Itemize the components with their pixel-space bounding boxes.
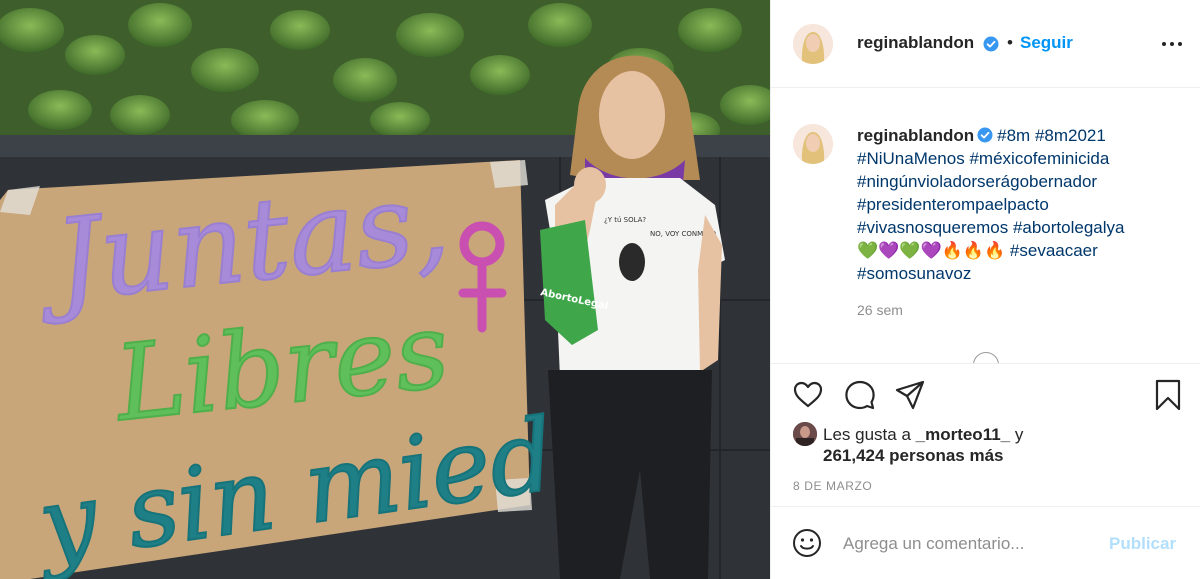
post-details-panel: reginablandon • Seguir reginablandon #8m …: [770, 0, 1200, 579]
avatar-image: [793, 24, 833, 64]
hashtag-link[interactable]: #abortolegalya: [1013, 218, 1125, 237]
hashtag-link[interactable]: #NiUnaMenos: [857, 149, 965, 168]
verified-badge-icon: [977, 127, 993, 143]
load-more-comments-icon[interactable]: [973, 352, 999, 363]
hashtag-link[interactable]: #8m: [997, 126, 1030, 145]
hashtag-link[interactable]: #ningúnvioladorserágobernador: [857, 172, 1097, 191]
caption-line: #ningúnvioladorserágobernador: [857, 170, 1187, 193]
photo-illustration: Juntas, Libres y sin miedo ¿Y tú SOLA? N…: [0, 0, 770, 579]
hashtag-link[interactable]: #vivasnosqueremos: [857, 218, 1008, 237]
hashtag-link[interactable]: #presidenterompaelpacto: [857, 195, 1049, 214]
caption-author-avatar[interactable]: [793, 124, 833, 164]
avatar-image: [793, 124, 833, 164]
verified-badge-icon: [983, 36, 999, 52]
post-photo[interactable]: Juntas, Libres y sin miedo ¿Y tú SOLA? N…: [0, 0, 770, 579]
post-date[interactable]: 8 DE MARZO: [793, 479, 872, 493]
hashtag-link[interactable]: #somosunavoz: [857, 264, 971, 283]
add-comment-bar: Publicar: [771, 506, 1200, 579]
emoji-smiley-icon[interactable]: [791, 527, 823, 559]
author-avatar[interactable]: [793, 24, 833, 64]
hashtag-link[interactable]: #méxicofeminicida: [969, 149, 1109, 168]
shirt-text-1: ¿Y tú SOLA?: [604, 216, 646, 224]
avatar-image: [793, 422, 817, 446]
caption-emojis: 💚💜💚💜🔥🔥🔥: [857, 241, 1006, 260]
comment-bubble-icon[interactable]: [843, 378, 877, 412]
post-actions-section: Les gusta a _morteo11_ y 261,424 persona…: [771, 363, 1200, 506]
comments-area: reginablandon #8m #8m2021 #NiUnaMenos #mé…: [771, 88, 1200, 363]
liker-username[interactable]: _morteo11_: [916, 425, 1011, 444]
likes-count[interactable]: 261,424 personas más: [823, 446, 1004, 466]
caption-line: #somosunavoz: [857, 262, 1187, 285]
comment-input[interactable]: [843, 531, 1093, 557]
post-caption: reginablandon #8m #8m2021 #NiUnaMenos #mé…: [857, 124, 1187, 285]
hashtag-link[interactable]: #8m2021: [1035, 126, 1106, 145]
caption-username[interactable]: reginablandon: [857, 126, 974, 145]
likes-prefix: Les gusta a: [823, 425, 916, 444]
publish-button[interactable]: Publicar: [1109, 534, 1176, 554]
caption-line: #presidenterompaelpacto: [857, 193, 1187, 216]
caption-line: #vivasnosqueremos #abortolegalya: [857, 216, 1187, 239]
caption-line: #NiUnaMenos #méxicofeminicida: [857, 147, 1187, 170]
follow-button[interactable]: Seguir: [1020, 33, 1073, 53]
liker-avatar[interactable]: [793, 422, 817, 446]
save-bookmark-icon[interactable]: [1151, 378, 1185, 412]
more-options-icon[interactable]: [1159, 36, 1185, 52]
like-heart-icon[interactable]: [791, 378, 825, 412]
post-header: reginablandon • Seguir: [771, 0, 1200, 88]
caption-line: reginablandon #8m #8m2021: [857, 124, 1187, 147]
likes-summary: Les gusta a _morteo11_ y: [823, 423, 1023, 446]
caption-time-ago[interactable]: 26 sem: [857, 302, 903, 318]
hashtag-link[interactable]: #sevaacaer: [1010, 241, 1098, 260]
likes-conjunction: y: [1010, 425, 1024, 444]
caption-line: 💚💜💚💜🔥🔥🔥 #sevaacaer: [857, 239, 1187, 262]
header-separator: •: [1007, 33, 1013, 52]
author-username[interactable]: reginablandon: [857, 33, 974, 53]
share-paper-plane-icon[interactable]: [893, 378, 927, 412]
